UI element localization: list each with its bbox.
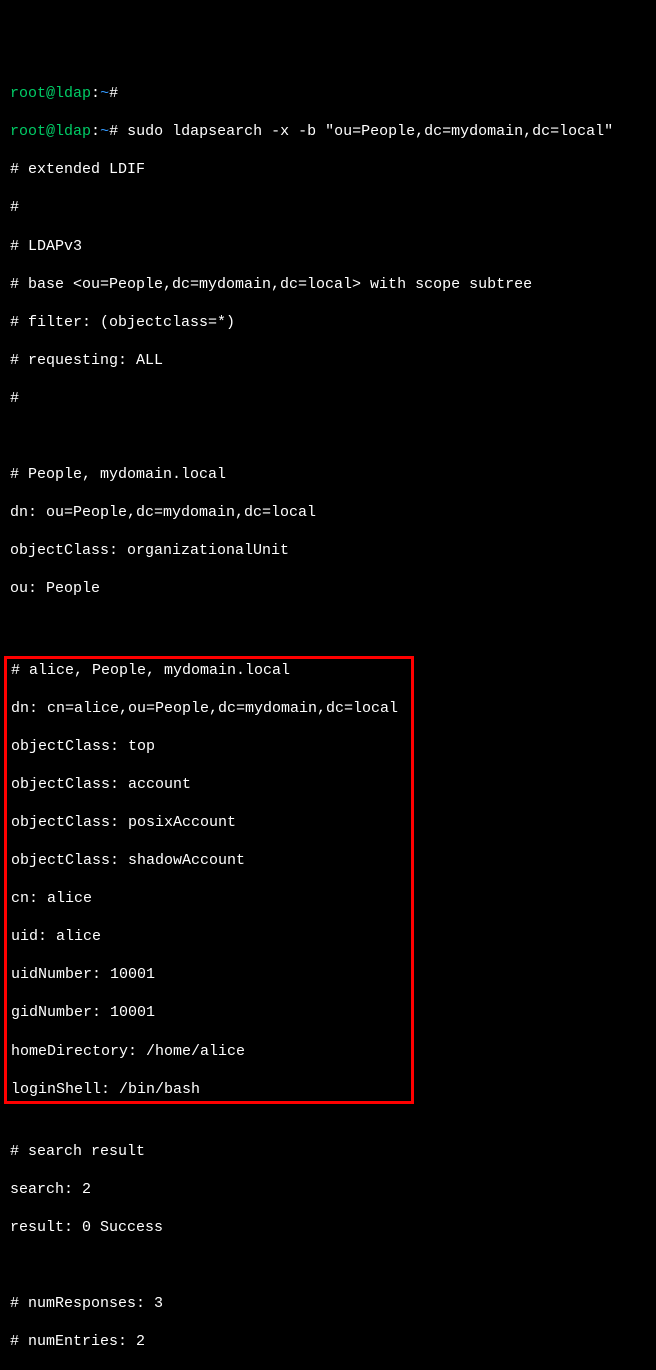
entry2-cn: cn: alice [11,889,407,908]
prompt-at: @ [46,85,55,102]
entry2-dn: dn: cn=alice,ou=People,dc=mydomain,dc=lo… [11,699,407,718]
output-hash2: # [10,389,646,408]
entry2-oc-account: objectClass: account [11,775,407,794]
entry2-uid: uid: alice [11,927,407,946]
entry2-comment: # alice, People, mydomain.local [11,661,407,680]
num-entries: # numEntries: 2 [10,1332,646,1351]
search-result-header: # search result [10,1142,646,1161]
entry1-ou: ou: People [10,579,646,598]
prompt-path: ~ [100,85,109,102]
command-text: sudo ldapsearch -x -b "ou=People,dc=mydo… [127,123,613,140]
search-value: search: 2 [10,1180,646,1199]
entry1-dn: dn: ou=People,dc=mydomain,dc=local [10,503,646,522]
command-line: root@ldap:~# sudo ldapsearch -x -b "ou=P… [10,122,646,141]
prompt-user: root [10,85,46,102]
highlighted-entry: # alice, People, mydomain.local dn: cn=a… [4,656,414,1104]
entry2-shell: loginShell: /bin/bash [11,1080,407,1099]
entry2-homedir: homeDirectory: /home/alice [11,1042,407,1061]
entry2-oc-top: objectClass: top [11,737,407,756]
prompt-line-1: root@ldap:~# [10,84,646,103]
entry2-oc-shadow: objectClass: shadowAccount [11,851,407,870]
entry2-gidnumber: gidNumber: 10001 [11,1003,407,1022]
result-value: result: 0 Success [10,1218,646,1237]
output-ldapv3: # LDAPv3 [10,237,646,256]
entry1-comment: # People, mydomain.local [10,465,646,484]
output-filter: # filter: (objectclass=*) [10,313,646,332]
num-responses: # numResponses: 3 [10,1294,646,1313]
output-requesting: # requesting: ALL [10,351,646,370]
entry2-oc-posix: objectClass: posixAccount [11,813,407,832]
output-hash: # [10,198,646,217]
output-base: # base <ou=People,dc=mydomain,dc=local> … [10,275,646,294]
entry1-objectclass: objectClass: organizationalUnit [10,541,646,560]
prompt-symbol: # [109,85,118,102]
entry2-uidnumber: uidNumber: 10001 [11,965,407,984]
output-extended-ldif: # extended LDIF [10,160,646,179]
prompt-host: ldap [55,85,91,102]
